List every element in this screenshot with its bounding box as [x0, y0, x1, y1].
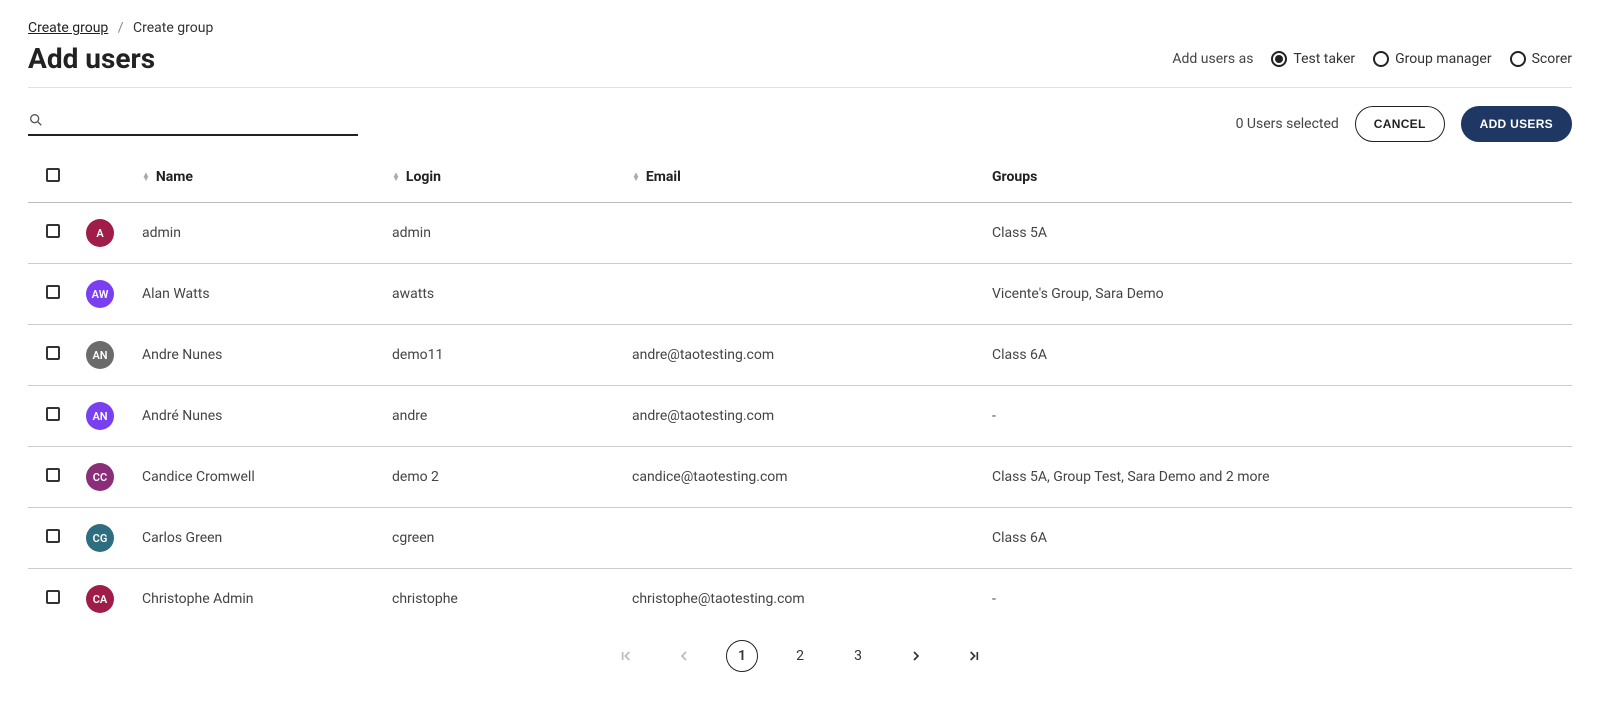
table-row: AN André Nunesandreandre@taotesting.com- — [28, 386, 1572, 447]
page-2[interactable]: 2 — [784, 640, 816, 672]
avatar: AN — [86, 402, 114, 430]
col-groups: Groups — [984, 156, 1572, 203]
row-checkbox[interactable] — [46, 346, 60, 360]
page-prev-icon[interactable] — [668, 640, 700, 672]
cancel-button[interactable]: CANCEL — [1355, 106, 1445, 142]
cell-login: cgreen — [384, 508, 624, 569]
page-next-icon[interactable] — [900, 640, 932, 672]
cell-email: candice@taotesting.com — [624, 447, 984, 508]
page-title: Add users — [28, 42, 155, 75]
cell-login: christophe — [384, 569, 624, 627]
cell-email: christophe@taotesting.com — [624, 569, 984, 627]
cell-email: andre@taotesting.com — [624, 325, 984, 386]
cell-login: demo11 — [384, 325, 624, 386]
search-field[interactable] — [28, 112, 358, 136]
avatar: CC — [86, 463, 114, 491]
col-email: Email — [646, 169, 681, 185]
search-icon — [28, 112, 44, 128]
cell-name: André Nunes — [134, 386, 384, 447]
row-checkbox[interactable] — [46, 590, 60, 604]
sort-icon[interactable]: ▲▼ — [632, 173, 640, 181]
breadcrumb-current: Create group — [133, 20, 213, 36]
radio-label: Group manager — [1395, 51, 1491, 67]
page-3[interactable]: 3 — [842, 640, 874, 672]
cell-groups: Vicente's Group, Sara Demo — [984, 264, 1572, 325]
cell-login: awatts — [384, 264, 624, 325]
table-row: AN Andre Nunesdemo11andre@taotesting.comC… — [28, 325, 1572, 386]
row-checkbox[interactable] — [46, 285, 60, 299]
cell-name: admin — [134, 203, 384, 264]
table-row: CC Candice Cromwelldemo 2candice@taotesti… — [28, 447, 1572, 508]
cell-name: Christophe Admin — [134, 569, 384, 627]
cell-login: andre — [384, 386, 624, 447]
avatar: CG — [86, 524, 114, 552]
cell-groups: Class 6A — [984, 325, 1572, 386]
breadcrumb-separator: / — [118, 20, 124, 36]
cell-groups: Class 6A — [984, 508, 1572, 569]
cell-email — [624, 203, 984, 264]
radio-icon — [1373, 51, 1389, 67]
avatar: A — [86, 219, 114, 247]
col-login: Login — [406, 169, 441, 185]
table-row: AW Alan Wattsawatts Vicente's Group, Sara … — [28, 264, 1572, 325]
table-row: CG Carlos Greencgreen Class 6A — [28, 508, 1572, 569]
pagination: 1 2 3 — [28, 626, 1572, 686]
cell-groups: - — [984, 386, 1572, 447]
divider — [28, 87, 1572, 88]
add-users-button[interactable]: ADD USERS — [1461, 106, 1572, 142]
cell-groups: Class 5A — [984, 203, 1572, 264]
row-checkbox[interactable] — [46, 468, 60, 482]
users-table: ▲▼ Name ▲▼ Login ▲▼ Email Groups Aadminadmi… — [28, 156, 1572, 626]
cell-email — [624, 264, 984, 325]
row-checkbox[interactable] — [46, 407, 60, 421]
radio-icon — [1271, 51, 1287, 67]
cell-email — [624, 508, 984, 569]
users-table-scroll[interactable]: ▲▼ Name ▲▼ Login ▲▼ Email Groups Aadminadmi… — [28, 156, 1572, 626]
cell-email: andre@taotesting.com — [624, 386, 984, 447]
role-selector: Add users as Test taker Group manager Sc… — [1172, 51, 1572, 67]
cell-name: Alan Watts — [134, 264, 384, 325]
search-input[interactable] — [52, 112, 358, 128]
selected-count: 0 Users selected — [1236, 116, 1339, 132]
avatar: CA — [86, 585, 114, 613]
breadcrumb-link-create-group[interactable]: Create group — [28, 20, 108, 36]
radio-label: Scorer — [1532, 51, 1572, 67]
cell-groups: - — [984, 569, 1572, 627]
sort-icon[interactable]: ▲▼ — [142, 173, 150, 181]
row-checkbox[interactable] — [46, 224, 60, 238]
radio-group-manager[interactable]: Group manager — [1373, 51, 1491, 67]
cell-login: admin — [384, 203, 624, 264]
breadcrumb: Create group / Create group — [28, 20, 1572, 36]
col-name: Name — [156, 169, 193, 185]
cell-name: Candice Cromwell — [134, 447, 384, 508]
page-first-icon[interactable] — [610, 640, 642, 672]
role-label: Add users as — [1172, 51, 1253, 67]
select-all-checkbox[interactable] — [46, 168, 60, 182]
cell-login: demo 2 — [384, 447, 624, 508]
radio-test-taker[interactable]: Test taker — [1271, 51, 1355, 67]
avatar: AN — [86, 341, 114, 369]
radio-scorer[interactable]: Scorer — [1510, 51, 1572, 67]
cell-groups: Class 5A, Group Test, Sara Demo and 2 mo… — [984, 447, 1572, 508]
page-1[interactable]: 1 — [726, 640, 758, 672]
page-last-icon[interactable] — [958, 640, 990, 672]
cell-name: Carlos Green — [134, 508, 384, 569]
radio-label: Test taker — [1293, 51, 1355, 67]
avatar: AW — [86, 280, 114, 308]
sort-icon[interactable]: ▲▼ — [392, 173, 400, 181]
cell-name: Andre Nunes — [134, 325, 384, 386]
table-row: CA Christophe Adminchristophechristophe@t… — [28, 569, 1572, 627]
radio-icon — [1510, 51, 1526, 67]
table-row: Aadminadmin Class 5A — [28, 203, 1572, 264]
row-checkbox[interactable] — [46, 529, 60, 543]
